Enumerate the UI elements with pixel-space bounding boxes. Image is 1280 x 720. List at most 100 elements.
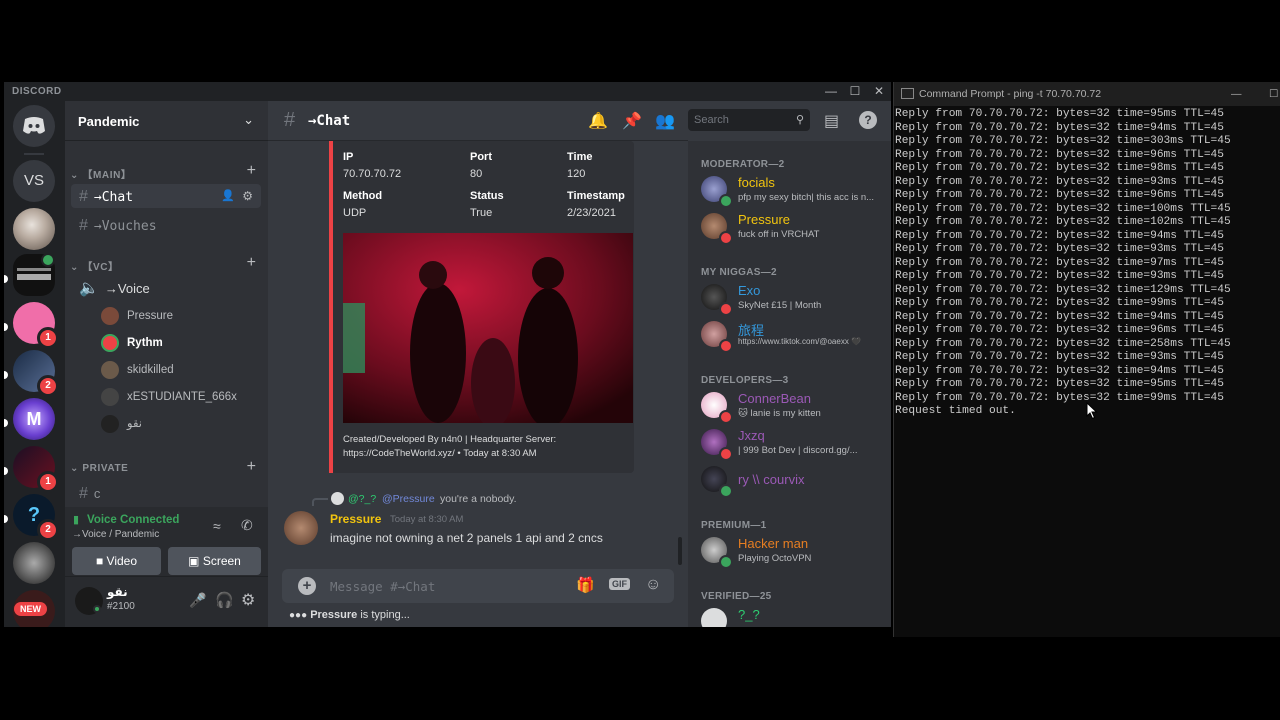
server-avatar-portrait[interactable]	[13, 208, 55, 250]
member-item[interactable]: 旅程 https://www.tiktok.com/@oaexx 🖤	[701, 318, 886, 354]
screen-label: Screen	[202, 554, 241, 568]
home-button[interactable]	[13, 105, 55, 147]
status-dot	[719, 231, 733, 245]
discord-logo-icon	[23, 117, 45, 134]
typing-dots-icon: ●●●	[289, 610, 308, 621]
member-item[interactable]: ry \\ courvix	[701, 463, 886, 499]
channel-c[interactable]: # c	[71, 481, 261, 505]
headphones-icon[interactable]: 🎧	[215, 591, 234, 609]
member-name: ry \\ courvix	[738, 472, 805, 487]
add-channel-icon[interactable]: +	[247, 254, 256, 272]
chevron-down-icon: ⌄	[70, 262, 79, 273]
user-panel: نقو #2100 🎤 🎧 ⚙	[65, 577, 268, 627]
cmd-line: Reply from 70.70.70.72: bytes=32 time=95…	[895, 378, 1224, 390]
chat-header: # →Chat 🔔 📌 👥 Search ⚲	[268, 101, 810, 141]
status-dot	[719, 302, 733, 316]
hashtag-icon: #	[284, 109, 296, 131]
voice-user[interactable]: skidkilled	[101, 358, 174, 382]
voice-user[interactable]: نقو	[101, 412, 142, 436]
inbox-icon[interactable]: ▤	[824, 111, 839, 131]
member-item[interactable]: Exo SkyNet £15 | Month	[701, 281, 886, 317]
status-dot	[719, 339, 733, 353]
unread-pill	[4, 275, 8, 283]
chat-scrollbar[interactable]	[678, 537, 682, 565]
close-button[interactable]: ✕	[868, 83, 890, 100]
channel-chat[interactable]: # →Chat 👤 ⚙	[71, 184, 261, 208]
member-status: Playing OctoVPN	[738, 553, 812, 564]
screen-share-button[interactable]: ▣ Screen	[168, 547, 261, 575]
help-icon[interactable]: ?	[859, 111, 877, 129]
invite-icon[interactable]: 👤	[221, 184, 235, 208]
message-composer[interactable]: + Message #→Chat 🎁 GIF ☺	[282, 569, 674, 603]
voice-connection-panel: ▮ Voice Connected →Voice / Pandemic ≈ ✆ …	[65, 507, 268, 577]
mouse-cursor-icon	[1086, 402, 1098, 420]
gear-icon[interactable]: ⚙	[241, 590, 255, 610]
screen-icon: ▣	[188, 554, 200, 568]
maximize-button[interactable]: ☐	[1269, 82, 1278, 106]
voice-user[interactable]: Pressure	[101, 304, 173, 328]
video-button[interactable]: ■ Video	[72, 547, 161, 575]
add-attachment-icon[interactable]: +	[298, 577, 316, 595]
members-icon[interactable]: 👥	[655, 111, 675, 131]
member-item[interactable]: Jxzq | 999 Bot Dev | discord.gg/...	[701, 426, 886, 462]
message-timestamp: Today at 8:30 AM	[390, 514, 464, 525]
member-item[interactable]: Hacker man Playing OctoVPN	[701, 534, 886, 570]
cmd-line: Request timed out.	[895, 405, 1016, 417]
add-channel-icon[interactable]: +	[247, 162, 256, 180]
avatar[interactable]	[284, 511, 318, 545]
field-name: Method	[343, 190, 383, 202]
minimize-button[interactable]: —	[820, 83, 842, 100]
embed-image[interactable]	[343, 233, 633, 423]
reply-author[interactable]: @?_?	[348, 493, 376, 505]
pin-icon[interactable]: 📌	[622, 111, 642, 131]
cmd-output[interactable]: Reply from 70.70.70.72: bytes=32 time=95…	[895, 108, 1275, 419]
message-input[interactable]: Message #→Chat	[330, 579, 435, 594]
member-item[interactable]: ConnerBean 🐱 lanie is my kitten	[701, 389, 886, 425]
status-dot	[719, 410, 733, 424]
add-channel-icon[interactable]: +	[247, 458, 256, 476]
avatar	[101, 306, 119, 325]
member-item[interactable]: Pressure fuck off in VRCHAT	[701, 210, 886, 246]
channel-label: →Vouches	[93, 219, 157, 234]
category-label: 【MAIN】	[82, 170, 132, 181]
member-item[interactable]: focials pfp my sexy bitch| this acc is n…	[701, 173, 886, 209]
status-dot	[93, 605, 101, 613]
minimize-button[interactable]: —	[1231, 82, 1242, 106]
cmd-line: Reply from 70.70.70.72: bytes=32 time=94…	[895, 229, 1224, 242]
voice-channel-info[interactable]: →Voice / Pandemic	[72, 529, 159, 540]
mention-badge: 2	[37, 375, 59, 397]
search-input[interactable]: Search ⚲	[688, 109, 810, 131]
channel-vouches[interactable]: # →Vouches	[71, 213, 261, 237]
maximize-button[interactable]: ☐	[844, 83, 866, 100]
category-vc[interactable]: ⌄ 【VC】	[70, 258, 119, 273]
noise-suppression-icon[interactable]: ≈	[213, 518, 221, 534]
category-main[interactable]: ⌄ 【MAIN】	[70, 166, 132, 181]
server-grey[interactable]	[13, 542, 55, 584]
server-vs[interactable]: VS	[13, 160, 55, 202]
field-value: 80	[470, 168, 483, 180]
user-tag: #2100	[107, 601, 135, 612]
member-name: Pressure	[738, 212, 791, 227]
emoji-icon[interactable]: ☺	[645, 576, 661, 594]
avatar	[101, 387, 119, 406]
member-item[interactable]: ?_?	[701, 605, 886, 627]
category-private[interactable]: ⌄ PRIVATE	[70, 463, 128, 474]
gift-icon[interactable]: 🎁	[576, 576, 595, 594]
bell-icon[interactable]: 🔔	[588, 111, 608, 131]
gear-icon[interactable]: ⚙	[242, 184, 253, 208]
voice-user[interactable]: xESTUDIANTE_666x	[101, 385, 237, 409]
reply-mention[interactable]: @Pressure	[382, 493, 435, 505]
gif-button[interactable]: GIF	[609, 578, 630, 590]
channel-voice[interactable]: 🔈 →Voice	[71, 276, 261, 300]
voice-user[interactable]: Rythm	[101, 331, 163, 355]
cmd-line: Reply from 70.70.70.72: bytes=32 time=94…	[895, 121, 1224, 134]
category-label: PRIVATE	[82, 463, 129, 474]
message-author[interactable]: Pressure	[330, 512, 381, 526]
disconnect-icon[interactable]: ✆	[241, 517, 253, 534]
guild-header[interactable]: Pandemic ⌄	[65, 101, 268, 141]
field-name: IP	[343, 151, 354, 163]
unread-pill	[4, 323, 8, 331]
server-m[interactable]: M	[13, 398, 55, 440]
cmd-icon	[901, 88, 914, 99]
microphone-icon[interactable]: 🎤	[189, 592, 206, 609]
